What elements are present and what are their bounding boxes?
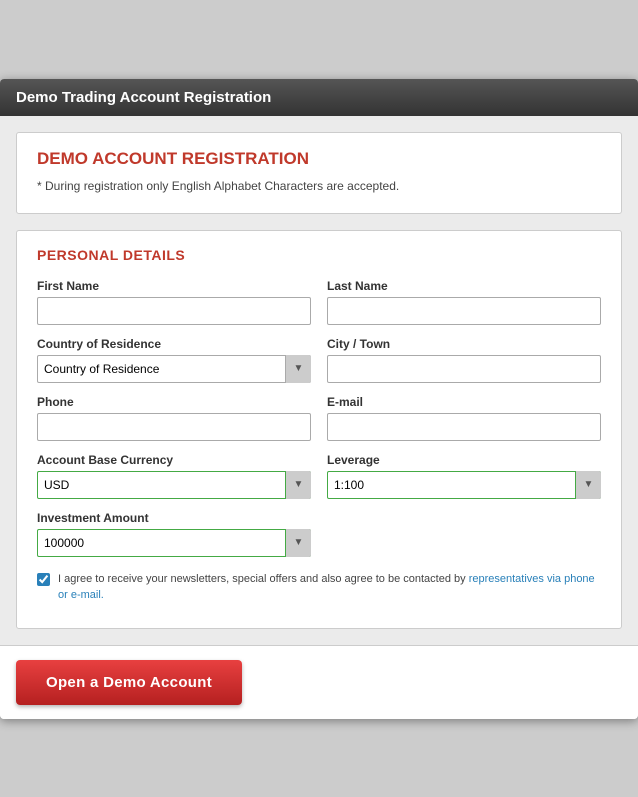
email-label: E-mail — [327, 395, 601, 409]
info-box-subtitle-text: * During registration only English Alpha… — [37, 179, 399, 193]
phone-label: Phone — [37, 395, 311, 409]
country-label: Country of Residence — [37, 337, 311, 351]
last-name-input[interactable] — [327, 297, 601, 325]
main-window: Demo Trading Account Registration DEMO A… — [0, 79, 638, 719]
investment-group: Investment Amount 100000 50000 10000 — [37, 511, 311, 557]
leverage-group: Leverage 1:100 1:200 1:500 — [327, 453, 601, 499]
title-bar-label: Demo Trading Account Registration — [16, 89, 271, 106]
last-name-group: Last Name — [327, 279, 601, 325]
section-title: PERSONAL DETAILS — [37, 247, 601, 263]
leverage-label: Leverage — [327, 453, 601, 467]
first-name-label: First Name — [37, 279, 311, 293]
agree-checkbox[interactable] — [37, 573, 50, 586]
investment-select[interactable]: 100000 50000 10000 — [37, 529, 311, 557]
phone-input[interactable] — [37, 413, 311, 441]
country-select-wrapper: Country of Residence — [37, 355, 311, 383]
agree-link: representatives via phone or e-mail. — [58, 573, 595, 602]
content-area: DEMO ACCOUNT REGISTRATION * During regis… — [0, 116, 638, 645]
info-box: DEMO ACCOUNT REGISTRATION * During regis… — [16, 132, 622, 214]
country-select[interactable]: Country of Residence — [37, 355, 311, 383]
currency-label: Account Base Currency — [37, 453, 311, 467]
agree-checkbox-row: I agree to receive your newsletters, spe… — [37, 571, 601, 604]
open-demo-button[interactable]: Open a Demo Account — [16, 660, 242, 705]
first-name-group: First Name — [37, 279, 311, 325]
city-input[interactable] — [327, 355, 601, 383]
country-city-row: Country of Residence Country of Residenc… — [37, 337, 601, 383]
leverage-select-wrapper: 1:100 1:200 1:500 — [327, 471, 601, 499]
currency-group: Account Base Currency USD EUR GBP — [37, 453, 311, 499]
info-box-subtitle: * During registration only English Alpha… — [37, 179, 601, 193]
form-section: PERSONAL DETAILS First Name Last Name Co… — [16, 230, 622, 629]
investment-select-wrapper: 100000 50000 10000 — [37, 529, 311, 557]
currency-select[interactable]: USD EUR GBP — [37, 471, 311, 499]
phone-group: Phone — [37, 395, 311, 441]
email-group: E-mail — [327, 395, 601, 441]
first-name-input[interactable] — [37, 297, 311, 325]
leverage-select[interactable]: 1:100 1:200 1:500 — [327, 471, 601, 499]
currency-leverage-row: Account Base Currency USD EUR GBP Levera… — [37, 453, 601, 499]
city-group: City / Town — [327, 337, 601, 383]
button-bar: Open a Demo Account — [0, 645, 638, 719]
title-bar: Demo Trading Account Registration — [0, 79, 638, 116]
phone-email-row: Phone E-mail — [37, 395, 601, 441]
name-row: First Name Last Name — [37, 279, 601, 325]
last-name-label: Last Name — [327, 279, 601, 293]
city-label: City / Town — [327, 337, 601, 351]
agree-label: I agree to receive your newsletters, spe… — [58, 571, 601, 604]
investment-row: Investment Amount 100000 50000 10000 — [37, 511, 601, 557]
country-group: Country of Residence Country of Residenc… — [37, 337, 311, 383]
currency-select-wrapper: USD EUR GBP — [37, 471, 311, 499]
info-box-title: DEMO ACCOUNT REGISTRATION — [37, 149, 601, 169]
email-input[interactable] — [327, 413, 601, 441]
investment-label: Investment Amount — [37, 511, 311, 525]
